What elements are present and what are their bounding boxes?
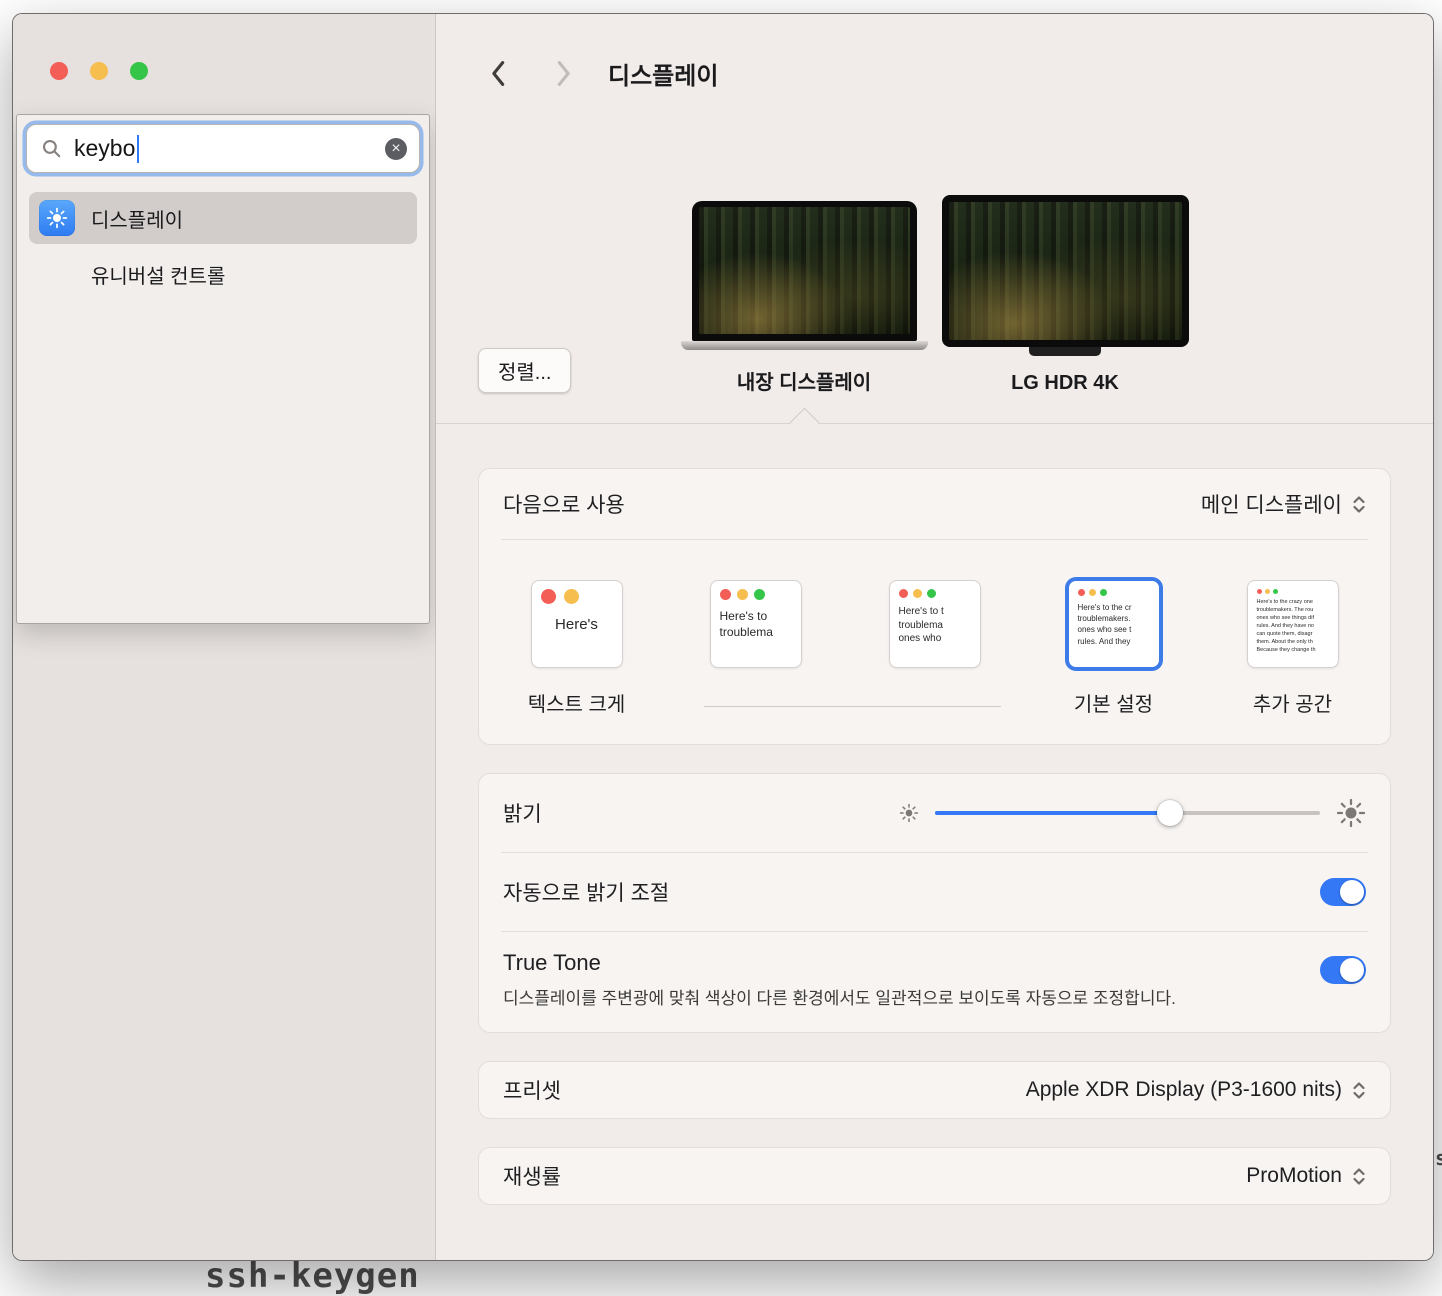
laptop-base xyxy=(681,341,928,350)
result-label: 유니버설 컨트롤 xyxy=(91,260,225,289)
back-button[interactable] xyxy=(490,60,506,87)
true-tone-description: 디스플레이를 주변광에 맞춰 색상이 다른 환경에서도 일관적으로 보이도록 자… xyxy=(503,985,1176,1012)
true-tone-label: True Tone xyxy=(503,950,1176,976)
close-window-button[interactable] xyxy=(50,62,68,80)
window-controls xyxy=(50,62,148,80)
selected-display-caret xyxy=(790,408,820,438)
section-divider xyxy=(436,423,1433,424)
popup-chevrons-icon xyxy=(1352,1080,1366,1101)
scaling-option-3[interactable]: Here's to t troublema ones who xyxy=(845,580,1024,712)
auto-brightness-label: 자동으로 밝기 조절 xyxy=(503,877,669,907)
external-display-thumbnail[interactable]: LG HDR 4K xyxy=(942,195,1189,395)
use-as-row: 다음으로 사용 메인 디스플레이 xyxy=(479,469,1390,539)
search-result-universal-control[interactable]: 유니버설 컨트롤 xyxy=(29,250,417,298)
refresh-rate-value: ProMotion xyxy=(1246,1164,1342,1188)
scaling-option-label: 추가 공간 xyxy=(1253,688,1332,712)
scaling-option-label: 기본 설정 xyxy=(1074,688,1153,712)
forward-button[interactable] xyxy=(556,60,572,87)
search-query-text: keybo xyxy=(74,135,135,162)
display-mode-card: 다음으로 사용 메인 디스플레이 Here's xyxy=(478,468,1391,745)
content-header: 디스플레이 xyxy=(436,14,1433,91)
sidebar: keybo × 디스플레이 유니버설 컨트롤 xyxy=(13,14,436,1260)
refresh-rate-row: 재생률 ProMotion xyxy=(479,1148,1390,1204)
use-as-popup[interactable]: 메인 디스플레이 xyxy=(1201,489,1366,519)
true-tone-toggle[interactable] xyxy=(1320,956,1366,984)
brightness-low-icon xyxy=(899,803,919,823)
zoom-window-button[interactable] xyxy=(130,62,148,80)
auto-brightness-toggle[interactable] xyxy=(1320,878,1366,906)
laptop-icon xyxy=(692,201,917,341)
preset-card: 프리셋 Apple XDR Display (P3-1600 nits) xyxy=(478,1061,1391,1119)
scaling-option-default[interactable]: Here's to the cr troublemakers. ones who… xyxy=(1024,580,1203,712)
display-name: LG HDR 4K xyxy=(1011,372,1119,395)
scaling-option-larger-text[interactable]: Here's 텍스트 크게 xyxy=(487,580,666,712)
brightness-label: 밝기 xyxy=(503,798,542,828)
display-arrangement-area: 내장 디스플레이 LG HDR 4K 정렬... xyxy=(436,195,1433,395)
display-settings-pane: 디스플레이 내장 디스플레이 LG HDR 4K 정렬... xyxy=(436,14,1433,1260)
brightness-card: 밝기 자동으로 밝기 조절 xyxy=(478,773,1391,1033)
brightness-slider-thumb[interactable] xyxy=(1157,800,1183,826)
clear-search-button[interactable]: × xyxy=(385,138,407,160)
result-label: 디스플레이 xyxy=(91,204,183,233)
refresh-rate-popup[interactable]: ProMotion xyxy=(1246,1164,1366,1188)
search-result-display[interactable]: 디스플레이 xyxy=(29,192,417,244)
refresh-rate-card: 재생률 ProMotion xyxy=(478,1147,1391,1205)
background-partial-text: s xyxy=(1435,1146,1442,1170)
resolution-scaling-options: Here's 텍스트 크게 Here's to troublema xyxy=(479,540,1390,744)
preset-value: Apple XDR Display (P3-1600 nits) xyxy=(1026,1078,1342,1102)
minimize-window-button[interactable] xyxy=(90,62,108,80)
page-title: 디스플레이 xyxy=(608,56,718,91)
monitor-icon xyxy=(942,195,1189,347)
preset-label: 프리셋 xyxy=(503,1075,561,1105)
popup-chevrons-icon xyxy=(1352,1166,1366,1187)
use-as-label: 다음으로 사용 xyxy=(503,489,625,519)
brightness-high-icon xyxy=(1336,798,1366,828)
use-as-value: 메인 디스플레이 xyxy=(1201,489,1342,519)
popup-chevrons-icon xyxy=(1352,494,1366,515)
search-input[interactable]: keybo × xyxy=(26,124,420,173)
true-tone-row: True Tone 디스플레이를 주변광에 맞춰 색상이 다른 환경에서도 일관… xyxy=(479,932,1390,1032)
search-icon xyxy=(41,138,62,159)
scaling-option-2[interactable]: Here's to troublema xyxy=(666,580,845,712)
brightness-row: 밝기 xyxy=(479,774,1390,852)
brightness-slider-fill xyxy=(935,811,1170,815)
preset-row: 프리셋 Apple XDR Display (P3-1600 nits) xyxy=(479,1062,1390,1118)
arrange-displays-button[interactable]: 정렬... xyxy=(478,348,571,393)
system-settings-window: keybo × 디스플레이 유니버설 컨트롤 디스플레이 xyxy=(12,13,1434,1261)
monitor-stand xyxy=(1029,347,1101,356)
text-cursor xyxy=(137,135,139,163)
scaling-option-more-space[interactable]: Here's to the crazy one troublemakers. T… xyxy=(1203,580,1382,712)
auto-brightness-row: 자동으로 밝기 조절 xyxy=(479,853,1390,931)
search-results-panel: keybo × 디스플레이 유니버설 컨트롤 xyxy=(16,114,430,624)
display-brightness-icon xyxy=(39,200,75,236)
brightness-slider[interactable] xyxy=(935,799,1320,827)
background-terminal-text: ssh-keygen xyxy=(205,1256,420,1296)
refresh-rate-label: 재생률 xyxy=(503,1161,561,1191)
preset-popup[interactable]: Apple XDR Display (P3-1600 nits) xyxy=(1026,1078,1366,1102)
scaling-options-connector-line xyxy=(704,706,1001,707)
builtin-display-thumbnail[interactable]: 내장 디스플레이 xyxy=(681,201,928,395)
display-name: 내장 디스플레이 xyxy=(737,366,871,395)
scaling-option-label: 텍스트 크게 xyxy=(528,688,626,712)
